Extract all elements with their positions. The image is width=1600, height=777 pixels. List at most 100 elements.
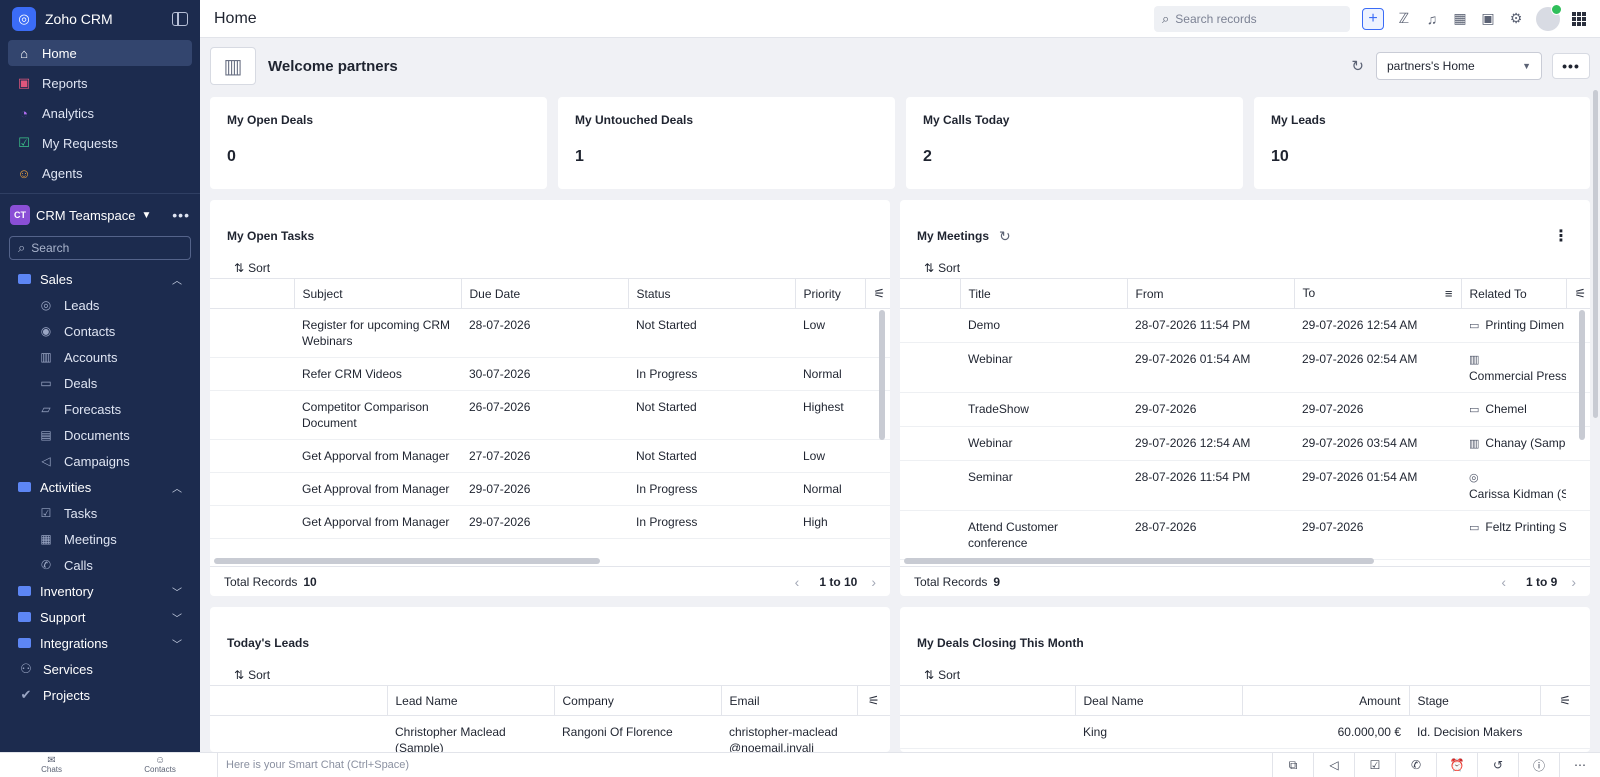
sort-button[interactable]: ⇅ Sort: [900, 659, 1590, 685]
column-header-company[interactable]: Company: [553, 685, 721, 716]
signals-icon[interactable]: ℤ: [1396, 10, 1412, 27]
sidebar-item-campaigns[interactable]: ◁ Campaigns: [0, 448, 200, 474]
nav-item-analytics[interactable]: ◔ Analytics: [8, 100, 192, 126]
kpi-card-open-deals[interactable]: My Open Deals 0: [210, 97, 547, 189]
cell-subject[interactable]: Competitor Comparison Document: [294, 390, 461, 440]
nav-item-home[interactable]: ⌂ Home: [8, 40, 192, 66]
cell-subject[interactable]: Register for upcoming CRM Webinars: [294, 308, 461, 358]
cell-related-to[interactable]: ▭ Feltz Printing S: [1461, 510, 1566, 560]
sidebar-item-projects[interactable]: ✔ Projects: [0, 682, 200, 708]
chevron-left-icon[interactable]: ‹: [795, 574, 800, 590]
help-icon[interactable]: ⓘ: [1518, 753, 1559, 777]
cell-title[interactable]: Webinar: [960, 426, 1127, 461]
horizontal-scrollbar[interactable]: [214, 558, 600, 564]
column-header-stage[interactable]: Stage: [1408, 685, 1540, 716]
group-support[interactable]: Support ﹀: [0, 604, 200, 630]
cell-title[interactable]: Webinar: [960, 342, 1127, 393]
smart-chat-input[interactable]: Here is your Smart Chat (Ctrl+Space): [217, 753, 1272, 777]
cell-related-to[interactable]: ▭ Chemel: [1461, 392, 1566, 427]
column-header-subject[interactable]: Subject: [293, 278, 461, 309]
group-inventory[interactable]: Inventory ﹀: [0, 578, 200, 604]
sidebar-item-deals[interactable]: ▭ Deals: [0, 370, 200, 396]
horizontal-scrollbar[interactable]: [904, 558, 1374, 564]
column-header-related-to[interactable]: Related To: [1460, 278, 1566, 309]
kpi-card-calls-today[interactable]: My Calls Today 2: [906, 97, 1243, 189]
calendar-icon[interactable]: ▦: [1452, 10, 1468, 27]
table-row[interactable]: King 60.000,00 € Id. Decision Makers: [900, 715, 1590, 749]
nav-item-agents[interactable]: ☺ Agents: [8, 160, 192, 186]
cell-subject[interactable]: Get Apporval from Manager: [294, 439, 461, 473]
column-settings-icon[interactable]: ⚟: [1539, 685, 1590, 716]
cell-subject[interactable]: Get Approval from Manager: [294, 472, 461, 506]
kpi-card-untouched-deals[interactable]: My Untouched Deals 1: [558, 97, 895, 189]
chevron-right-icon[interactable]: ›: [1571, 574, 1576, 590]
table-row[interactable]: Get Approval from Manager 29-07-2026 In Pr…: [210, 472, 890, 506]
refresh-icon[interactable]: ↻: [999, 228, 1011, 245]
sidebar-item-calls[interactable]: ✆ Calls: [0, 552, 200, 578]
cell-lead-name[interactable]: Christopher Maclead (Sample): [387, 715, 554, 752]
cell-email[interactable]: christopher-maclead@noemail.invali: [721, 715, 857, 752]
create-new-button[interactable]: +: [1362, 7, 1384, 30]
cell-related-to[interactable]: ▥ Chanay (Samp: [1461, 426, 1566, 461]
alarm-icon[interactable]: ⏰: [1436, 753, 1477, 777]
column-header-deal-name[interactable]: Deal Name: [1074, 685, 1242, 716]
column-header-to[interactable]: To ≡: [1293, 278, 1461, 309]
gear-icon[interactable]: ⚙: [1508, 10, 1524, 27]
table-row[interactable]: Competitor Comparison Document 26-07-2026…: [210, 390, 890, 440]
group-integrations[interactable]: Integrations ﹀: [0, 630, 200, 656]
cell-related-to[interactable]: ◎ Carissa Kidman (S: [1461, 460, 1566, 511]
page-scrollbar[interactable]: [1593, 90, 1598, 418]
nav-item-my-requests[interactable]: ☑ My Requests: [8, 130, 192, 156]
home-view-select[interactable]: partners's Home ▼: [1376, 52, 1542, 80]
more-vertical-icon[interactable]: ⋮: [1553, 226, 1569, 246]
chevron-left-icon[interactable]: ‹: [1501, 574, 1506, 590]
cell-subject[interactable]: Get Apporval from Manager: [294, 505, 461, 539]
sidebar-item-services[interactable]: ⚇ Services: [0, 656, 200, 682]
column-settings-icon[interactable]: ⚟: [864, 278, 890, 309]
table-row[interactable]: Demo 28-07-2026 11:54 PM 29-07-2026 12:54 …: [900, 308, 1590, 343]
column-header-lead-name[interactable]: Lead Name: [386, 685, 554, 716]
cell-title[interactable]: TradeShow: [960, 392, 1127, 427]
history-icon[interactable]: ↺: [1477, 753, 1518, 777]
sidebar-item-contacts[interactable]: ◉ Contacts: [0, 318, 200, 344]
table-row[interactable]: Seminar 28-07-2026 11:54 PM 29-07-2026 01:…: [900, 460, 1590, 511]
table-row[interactable]: Get Apporval from Manager 27-07-2026 Not S…: [210, 439, 890, 473]
cell-related-to[interactable]: ▥ Commercial Press: [1461, 342, 1566, 393]
marketplace-icon[interactable]: ▣: [1480, 10, 1496, 27]
screen-share-icon[interactable]: ⧉: [1272, 753, 1313, 777]
sidebar-item-documents[interactable]: ▤ Documents: [0, 422, 200, 448]
group-activities[interactable]: Activities ︿: [0, 474, 200, 500]
table-row[interactable]: Get Apporval from Manager 29-07-2026 In Pr…: [210, 505, 890, 539]
call-log-icon[interactable]: ✆: [1395, 753, 1436, 777]
nav-item-reports[interactable]: ▣ Reports: [8, 70, 192, 96]
sidebar-item-tasks[interactable]: ☑ Tasks: [0, 500, 200, 526]
more-options-icon[interactable]: ⋯: [1559, 753, 1600, 777]
column-header-status[interactable]: Status: [627, 278, 795, 309]
cell-title[interactable]: Seminar: [960, 460, 1127, 511]
column-header-from[interactable]: From: [1126, 278, 1294, 309]
sort-button[interactable]: ⇅ Sort: [210, 659, 890, 685]
teamspace-switcher[interactable]: CT CRM Teamspace ▼ •••: [0, 202, 200, 228]
column-header-title[interactable]: Title: [959, 278, 1127, 309]
column-settings-icon[interactable]: ⚟: [1565, 278, 1590, 309]
menu-icon[interactable]: ≡: [1445, 286, 1453, 301]
cell-related-to[interactable]: ▭ Printing Dimen: [1461, 308, 1566, 343]
column-header-due-date[interactable]: Due Date: [460, 278, 628, 309]
cell-title[interactable]: Demo: [960, 308, 1127, 343]
contacts-button[interactable]: ☺ Contacts: [144, 756, 176, 775]
table-row[interactable]: Christopher Maclead (Sample) Rangoni Of F…: [210, 715, 890, 752]
column-settings-icon[interactable]: ⚟: [856, 685, 890, 716]
cell-deal-name[interactable]: King: [1075, 715, 1242, 749]
table-row[interactable]: Webinar 29-07-2026 01:54 AM 29-07-2026 02:…: [900, 342, 1590, 393]
column-header-priority[interactable]: Priority: [794, 278, 865, 309]
sidebar-collapse-icon[interactable]: [172, 12, 188, 26]
task-check-icon[interactable]: ☑: [1354, 753, 1395, 777]
announcement-icon[interactable]: ◁: [1313, 753, 1354, 777]
search-records-input[interactable]: [1175, 11, 1336, 26]
chats-button[interactable]: ✉ Chats: [41, 756, 62, 775]
more-horizontal-icon[interactable]: •••: [172, 207, 190, 223]
vertical-scrollbar[interactable]: [1579, 310, 1585, 440]
table-row[interactable]: TradeShow 29-07-2026 29-07-2026 ▭ Chemel: [900, 392, 1590, 427]
group-sales[interactable]: Sales ︿: [0, 266, 200, 292]
cell-subject[interactable]: Refer CRM Videos: [294, 357, 461, 391]
